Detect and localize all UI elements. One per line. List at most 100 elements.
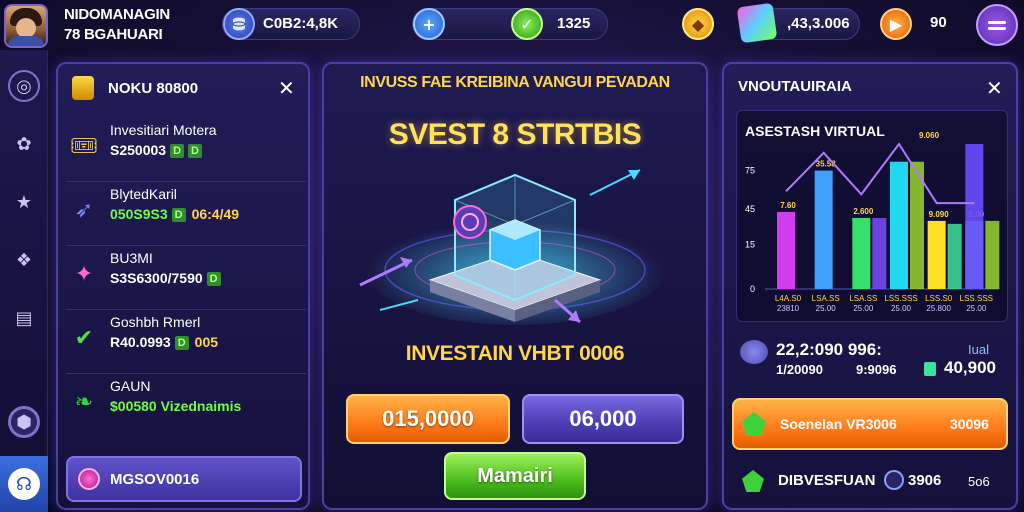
chart-trend-line	[785, 142, 975, 205]
player-name: NIDOMANAGIN	[64, 6, 170, 23]
leaf-icon: ❧	[74, 389, 94, 415]
stat-c-label: Iual	[968, 342, 989, 357]
asset-extra: 005	[194, 334, 219, 350]
alt-amount-button[interactable]: 06,000	[522, 394, 684, 444]
menu-button[interactable]	[976, 4, 1018, 46]
database-icon	[223, 8, 255, 40]
asset-value-row: S3S6300/7590 D	[110, 270, 221, 287]
gems-pill[interactable]: ,43,3.006	[736, 2, 860, 44]
x-tick-label: LSA.SS	[849, 294, 877, 303]
sidebar-book-icon[interactable]: ▤	[8, 302, 40, 334]
asset-tag: D	[170, 144, 185, 159]
portfolio-panel-title: NOKU 80800	[108, 80, 199, 97]
x-tick-sublabel: 23810	[777, 304, 800, 313]
x-tick-sublabel: 25.00	[816, 304, 837, 313]
gems-value: ,43,3.006	[787, 15, 850, 32]
sidebar-star-icon[interactable]: ★	[8, 186, 40, 218]
leaf-icon	[742, 412, 766, 436]
special-offer-label: Soenelan VR3006	[780, 416, 897, 432]
asset-value-row: S250003 D D	[110, 142, 202, 159]
x-tick-sublabel: 25.00	[891, 304, 912, 313]
asset-name: GAUN	[110, 378, 151, 394]
wallet-icon	[72, 76, 94, 100]
chart-bar	[777, 212, 795, 289]
asset-list-item[interactable]: ➶ BlytedKaril 050S9S3 D 06:4/49	[66, 182, 306, 246]
checks-pill[interactable]: + ✓ 1325	[412, 8, 608, 40]
chart-bar	[814, 170, 833, 289]
invest-panel-header: INVUSS FAE KREIBINA VANGUI PEVADAN	[360, 74, 670, 91]
asset-value-row: $00580 Vizednaimis	[110, 398, 241, 414]
gift-box-icon	[736, 2, 778, 44]
asset-chart: ASESTASH VIRTUAL 0 15 45 75 7.60 L4A.S0 23810 3…	[736, 110, 1008, 322]
chart-bar	[965, 143, 984, 289]
chart-bar	[927, 220, 946, 289]
chart-bar	[852, 217, 871, 289]
asset-name: Invesitiari Motera	[110, 122, 217, 138]
play-icon[interactable]: ▶	[880, 8, 912, 40]
footer-coin-icon	[884, 470, 904, 490]
sidebar-shield-icon[interactable]: ⬢	[8, 406, 40, 438]
invest-amount-button[interactable]: 015,0000	[346, 394, 510, 444]
asset-value: 050S9S3	[110, 206, 168, 222]
plus-icon[interactable]: +	[413, 8, 445, 40]
ticket-icon: 🎟	[70, 133, 98, 159]
virtual-assets-close-icon[interactable]: ✕	[986, 78, 1003, 98]
chart-bar	[985, 220, 1000, 289]
chart-bar	[872, 217, 887, 289]
virtual-assets-panel-title: VNOUTAUIRAIA	[738, 78, 852, 95]
y-tick-label: 45	[745, 204, 755, 214]
x-tick-label: LSS.SSS	[884, 294, 917, 303]
portfolio-close-icon[interactable]: ✕	[278, 78, 295, 98]
stat-a: 1/20090	[776, 362, 823, 377]
maple-leaf-icon: ✦	[74, 261, 94, 287]
asset-list-item[interactable]: ✔ Goshbh Rmerl R40.0993 D 005	[66, 310, 306, 374]
bar-data-label: 7.60	[780, 201, 796, 210]
y-tick-label: 0	[750, 284, 755, 294]
gem-stack-icon	[740, 340, 768, 364]
sidebar-gear-icon[interactable]: ✿	[8, 128, 40, 160]
asset-list-item[interactable]: ❧ GAUN $00580 Vizednaimis	[66, 374, 306, 438]
coin-icon	[78, 468, 100, 490]
footer-value: 3906	[908, 472, 942, 489]
stat-b: 9:9096	[856, 362, 897, 377]
player-avatar[interactable]	[4, 4, 48, 48]
stat-c: 40,900	[944, 358, 996, 377]
asset-list-item[interactable]: 🎟 Invesitiari Motera S250003 D D	[66, 118, 306, 182]
chart-bar	[890, 161, 908, 289]
portfolio-action-button[interactable]: MGSOV0016	[66, 456, 302, 502]
sidebar-globe-icon[interactable]: ◎	[8, 70, 40, 102]
chart-plot: 01545757.60L4A.S02381035.58LSA.SS25.002.…	[745, 131, 1000, 313]
asset-list-item[interactable]: ✦ BU3MI S3S6300/7590 D	[66, 246, 306, 310]
confirm-button[interactable]: Mamairi	[444, 452, 586, 500]
rocket-icon: ➶	[74, 197, 94, 223]
asset-value-row: R40.0993 D 005	[110, 334, 219, 351]
asset-name: BlytedKaril	[110, 186, 177, 202]
asset-value: S250003	[110, 142, 167, 158]
stat-main: 22,2:090 996:	[776, 340, 882, 359]
line-peak-label: 9.060	[919, 131, 940, 140]
asset-tag: D	[174, 336, 189, 351]
invest-panel-title: SVEST 8 STRTBIS	[388, 118, 642, 151]
asset-value: S3S6300/7590	[110, 270, 203, 286]
asset-tag: D	[188, 144, 202, 159]
left-sidebar	[0, 50, 48, 512]
balance-value: C0B2:4,8K	[263, 15, 339, 32]
special-offer-button[interactable]: Soenelan VR3006 30096	[732, 398, 1008, 450]
x-tick-label: LSA.SS	[812, 294, 840, 303]
bar-data-label: 2.600	[853, 207, 874, 216]
asset-name: BU3MI	[110, 250, 153, 266]
asset-extra: 06:4/49	[191, 206, 240, 222]
x-tick-label: LSS.SSS	[960, 294, 993, 303]
asset-tag: D	[171, 208, 186, 223]
energy-value: 90	[930, 14, 947, 31]
sidebar-support-button[interactable]: ☊	[0, 456, 48, 512]
y-tick-label: 75	[745, 166, 755, 176]
x-tick-label: LSS.S0	[925, 294, 953, 303]
balance-pill[interactable]: C0B2:4,8K	[222, 8, 360, 40]
chart-bar	[947, 223, 962, 289]
asset-value: R40.0993	[110, 334, 171, 350]
headset-icon: ☊	[8, 468, 40, 500]
sidebar-chat-icon[interactable]: ❖	[8, 244, 40, 276]
portfolio-action-label: MGSOV0016	[110, 471, 200, 488]
footer-label: DIBVESFUAN	[778, 472, 876, 489]
